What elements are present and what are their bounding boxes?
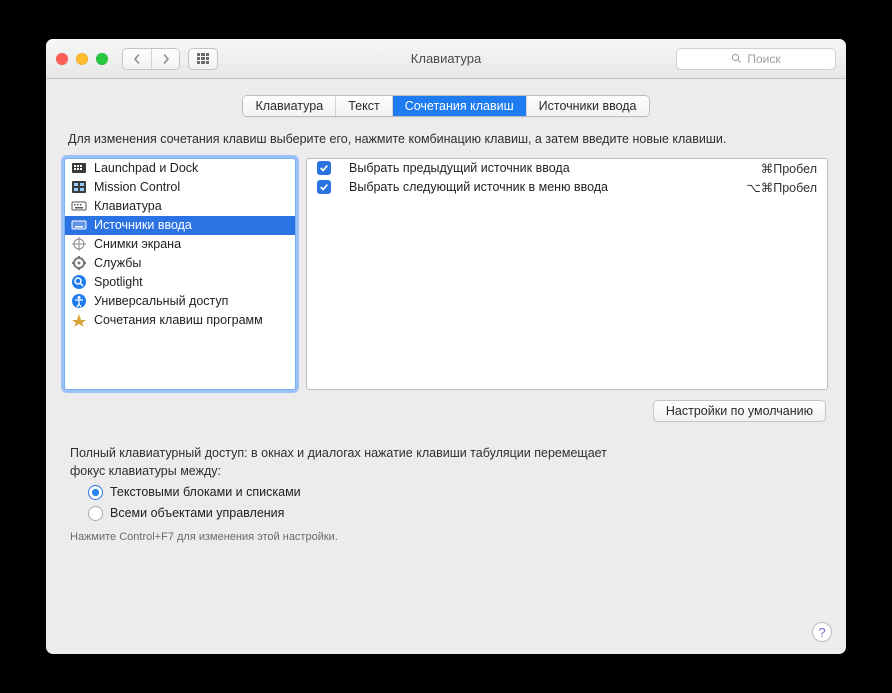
category-label: Универсальный доступ bbox=[94, 294, 228, 308]
kb-access-option[interactable]: Текстовыми блоками и списками bbox=[88, 483, 822, 501]
zoom-window-button[interactable] bbox=[96, 53, 108, 65]
grid-icon bbox=[197, 53, 209, 65]
nav-back-forward bbox=[122, 48, 180, 70]
tab-1[interactable]: Текст bbox=[335, 96, 391, 116]
category-label: Launchpad и Dock bbox=[94, 161, 198, 175]
spotlight-icon bbox=[71, 274, 87, 290]
category-label: Службы bbox=[94, 256, 141, 270]
launchpad-icon bbox=[71, 160, 87, 176]
restore-defaults-button[interactable]: Настройки по умолчанию bbox=[653, 400, 826, 422]
keyboard-access-text: Полный клавиатурный доступ: в окнах и ди… bbox=[70, 444, 610, 480]
category-label: Клавиатура bbox=[94, 199, 162, 213]
content-area: КлавиатураТекстСочетания клавишИсточники… bbox=[46, 79, 846, 654]
close-window-button[interactable] bbox=[56, 53, 68, 65]
radio-button[interactable] bbox=[88, 485, 103, 500]
instruction-text: Для изменения сочетания клавиш выберите … bbox=[68, 131, 824, 148]
shortcut-label: Выбрать предыдущий источник ввода bbox=[349, 161, 751, 175]
traffic-lights bbox=[56, 53, 108, 65]
search-placeholder: Поиск bbox=[747, 52, 780, 66]
category-item[interactable]: Сочетания клавиш программ bbox=[65, 311, 295, 330]
category-item[interactable]: Клавиатура bbox=[65, 197, 295, 216]
services-icon bbox=[71, 255, 87, 271]
kb-access-option[interactable]: Всеми объектами управления bbox=[88, 504, 822, 522]
radio-button[interactable] bbox=[88, 506, 103, 521]
screenshot-icon bbox=[71, 236, 87, 252]
shortcut-row[interactable]: Выбрать предыдущий источник ввода ⌘Пробел bbox=[307, 159, 827, 178]
keyboard-access-section: Полный клавиатурный доступ: в окнах и ди… bbox=[70, 444, 822, 546]
keyboard-icon bbox=[71, 198, 87, 214]
shortcut-row[interactable]: Выбрать следующий источник в меню ввода ⌥… bbox=[307, 178, 827, 197]
titlebar: Клавиатура Поиск bbox=[46, 39, 846, 79]
radio-label: Текстовыми блоками и списками bbox=[110, 483, 301, 501]
forward-button[interactable] bbox=[151, 49, 179, 69]
search-input[interactable]: Поиск bbox=[676, 48, 836, 70]
category-label: Источники ввода bbox=[94, 218, 192, 232]
accessibility-icon bbox=[71, 293, 87, 309]
category-item[interactable]: Снимки экрана bbox=[65, 235, 295, 254]
category-item[interactable]: Mission Control bbox=[65, 178, 295, 197]
tab-3[interactable]: Источники ввода bbox=[526, 96, 649, 116]
preferences-window: Клавиатура Поиск КлавиатураТекстСочетани… bbox=[46, 39, 846, 654]
shortcut-checkbox[interactable] bbox=[317, 161, 331, 175]
tab-bar: КлавиатураТекстСочетания клавишИсточники… bbox=[242, 95, 649, 117]
category-label: Mission Control bbox=[94, 180, 180, 194]
category-item[interactable]: Launchpad и Dock bbox=[65, 159, 295, 178]
shortcut-checkbox[interactable] bbox=[317, 180, 331, 194]
app-shortcuts-icon bbox=[71, 312, 87, 328]
category-label: Снимки экрана bbox=[94, 237, 181, 251]
shortcut-keys[interactable]: ⌘Пробел bbox=[761, 161, 817, 176]
shortcut-list[interactable]: Выбрать предыдущий источник ввода ⌘Пробел… bbox=[306, 158, 828, 390]
input-sources-icon bbox=[71, 217, 87, 233]
panes: Launchpad и Dock Mission Control Клавиатур… bbox=[64, 158, 828, 390]
shortcut-keys[interactable]: ⌥⌘Пробел bbox=[746, 180, 817, 195]
category-list[interactable]: Launchpad и Dock Mission Control Клавиатур… bbox=[64, 158, 296, 390]
tab-0[interactable]: Клавиатура bbox=[243, 96, 335, 116]
category-label: Сочетания клавиш программ bbox=[94, 313, 263, 327]
radio-label: Всеми объектами управления bbox=[110, 504, 284, 522]
back-button[interactable] bbox=[123, 49, 151, 69]
category-item[interactable]: Универсальный доступ bbox=[65, 292, 295, 311]
category-item[interactable]: Службы bbox=[65, 254, 295, 273]
keyboard-access-hint: Нажмите Control+F7 для изменения этой на… bbox=[70, 530, 822, 546]
category-label: Spotlight bbox=[94, 275, 143, 289]
show-all-button[interactable] bbox=[188, 48, 218, 70]
tab-2[interactable]: Сочетания клавиш bbox=[392, 96, 526, 116]
help-button[interactable]: ? bbox=[812, 622, 832, 642]
category-item[interactable]: Spotlight bbox=[65, 273, 295, 292]
minimize-window-button[interactable] bbox=[76, 53, 88, 65]
search-icon bbox=[731, 53, 742, 64]
defaults-row: Настройки по умолчанию bbox=[66, 400, 826, 422]
shortcut-label: Выбрать следующий источник в меню ввода bbox=[349, 180, 736, 194]
mission-control-icon bbox=[71, 179, 87, 195]
category-item[interactable]: Источники ввода bbox=[65, 216, 295, 235]
